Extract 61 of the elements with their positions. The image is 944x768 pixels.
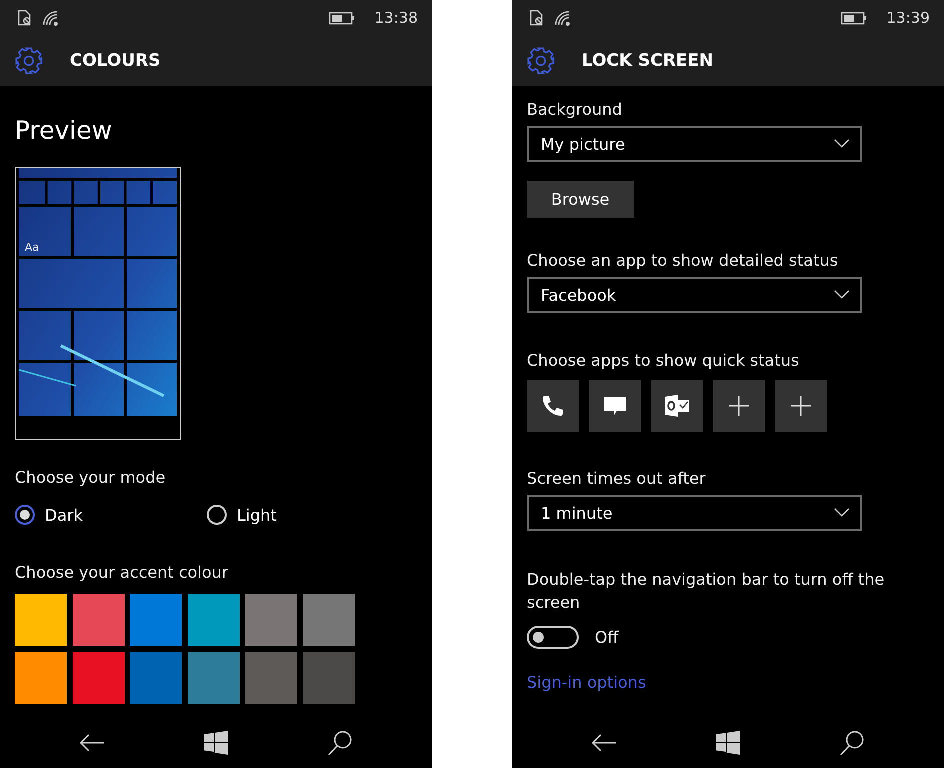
quick-status-tile[interactable] [775, 380, 827, 432]
status-time: 13:38 [374, 9, 418, 27]
back-icon[interactable] [591, 733, 618, 753]
detailed-status-label: Choose an app to show detailed status [527, 250, 840, 272]
wifi-icon [554, 10, 572, 26]
page-title: LOCK SCREEN [582, 51, 714, 71]
detailed-status-dropdown[interactable]: Facebook [527, 277, 862, 313]
accent-label: Choose your accent colour [15, 562, 230, 584]
search-icon[interactable] [326, 730, 353, 756]
timeout-dropdown[interactable]: 1 minute [527, 495, 862, 531]
colour-swatch[interactable] [188, 652, 240, 704]
chevron-down-icon [834, 139, 850, 149]
mode-radio[interactable]: Dark [15, 505, 207, 525]
colour-swatch[interactable] [188, 594, 240, 646]
colour-swatch[interactable] [15, 652, 67, 704]
colour-swatch[interactable] [72, 594, 124, 646]
page-title: COLOURS [70, 51, 161, 71]
chevron-down-icon [834, 508, 850, 518]
quick-status-tile[interactable] [651, 380, 703, 432]
colour-swatch[interactable] [245, 594, 297, 646]
browse-button[interactable]: Browse [527, 181, 634, 218]
windows-icon[interactable] [716, 731, 740, 755]
colour-swatch[interactable] [15, 594, 67, 646]
quick-status-tile[interactable] [713, 380, 765, 432]
background-label: Background [527, 99, 624, 121]
settings-icon [526, 46, 556, 76]
add-icon [728, 395, 750, 417]
colour-swatch[interactable] [245, 652, 297, 704]
mail-app-icon [664, 394, 690, 418]
preview-heading: Preview [15, 116, 114, 145]
quick-status-tile[interactable] [527, 380, 579, 432]
colour-swatch[interactable] [302, 594, 354, 646]
colour-swatch[interactable] [72, 652, 124, 704]
status-time: 13:39 [886, 9, 930, 27]
wifi-icon [42, 10, 60, 26]
windows-icon[interactable] [204, 731, 228, 755]
colour-swatch[interactable] [130, 652, 182, 704]
no-sim-icon [18, 10, 32, 26]
double-tap-label: Double-tap the navigation bar to turn off the screen [527, 569, 886, 614]
message-icon [603, 394, 627, 418]
preview-sample-text: Aa [25, 241, 40, 254]
battery-icon [328, 12, 355, 24]
no-sim-icon [530, 10, 544, 26]
sign-in-options-link[interactable]: Sign-in options [527, 673, 929, 692]
back-icon[interactable] [79, 733, 106, 753]
mode-radio[interactable]: Light [207, 505, 417, 525]
colour-swatch[interactable] [302, 652, 354, 704]
colour-swatch[interactable] [130, 594, 182, 646]
toggle-switch[interactable] [527, 626, 579, 649]
quick-status-tile[interactable] [589, 380, 641, 432]
toggle-state-text: Off [595, 627, 619, 649]
background-dropdown[interactable]: My picture [527, 126, 862, 162]
add-icon [790, 395, 812, 417]
mode-label: Choose your mode [15, 467, 167, 489]
chevron-down-icon [834, 290, 850, 300]
phone-icon [541, 394, 565, 418]
timeout-label: Screen times out after [527, 468, 707, 490]
search-icon[interactable] [838, 730, 865, 756]
settings-icon [14, 46, 44, 76]
battery-icon [840, 12, 867, 24]
quick-status-label: Choose apps to show quick status [527, 350, 800, 372]
